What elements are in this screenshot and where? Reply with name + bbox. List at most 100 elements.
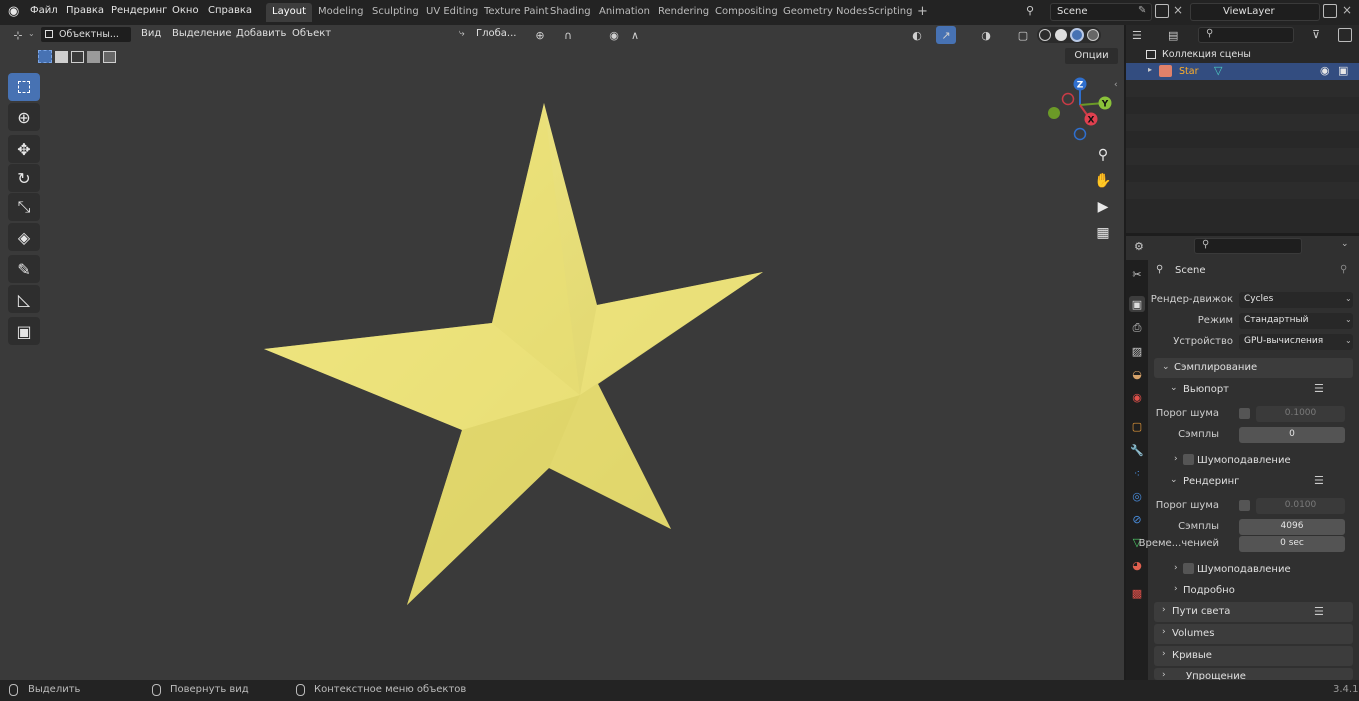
pin-icon[interactable]: ⚲ — [1340, 264, 1347, 275]
status-context-label: Контекстное меню объектов — [314, 684, 467, 695]
mode-label: Режим — [1197, 315, 1233, 326]
outliner-row-star[interactable]: ▸ Star ▽ ◉ ▣ — [1126, 63, 1359, 80]
viewport-noise-threshold-label: Порог шума — [1155, 408, 1219, 419]
viewport-noise-threshold-field[interactable]: 0.1000 — [1256, 406, 1345, 422]
version-label: 3.4.1 — [1333, 684, 1359, 695]
object-name-label[interactable]: Star — [1179, 66, 1198, 77]
chevron-right-icon: › — [1174, 563, 1178, 573]
tab-sculpting[interactable]: Sculpting — [366, 3, 425, 22]
panel-simplify[interactable]: Упрощение — [1154, 668, 1353, 680]
tab-rendering[interactable]: Rendering — [652, 3, 715, 22]
3d-viewport[interactable]: ⊹ ⌄ Объектны... Вид Выделение Добавить О… — [0, 25, 1124, 680]
tab-layout[interactable]: Layout — [266, 3, 312, 22]
menu-render[interactable]: Рендеринг — [111, 5, 167, 16]
tab-modeling[interactable]: Modeling — [312, 3, 370, 22]
advanced-subpanel-label[interactable]: Подробно — [1183, 585, 1235, 596]
render-subpanel-label[interactable]: Рендеринг — [1183, 476, 1239, 487]
properties-editor: ⚙ ⚲ ⌄ ✂ ▣ ⎙ ▨ ◒ ◉ ▢ 🔧 ⁖ ◎ ⊘ ▽ ◕ ▩ ⚲ Scen… — [1126, 236, 1359, 680]
tab-geometry-nodes[interactable]: Geometry Nodes — [777, 3, 873, 22]
outliner-row-collection[interactable]: Коллекция сцены — [1126, 47, 1359, 63]
particles-tab-icon[interactable]: ⁖ — [1129, 465, 1145, 481]
panel-sampling-label: Сэмплирование — [1174, 362, 1258, 373]
outliner-editor-icon[interactable]: ☰ — [1132, 29, 1142, 42]
collection-icon — [1146, 50, 1156, 59]
panel-curves[interactable]: Кривые — [1154, 646, 1353, 666]
mouse-right-icon — [296, 684, 305, 696]
render-noise-threshold-checkbox[interactable] — [1239, 500, 1250, 511]
viewport-denoise-label[interactable]: Шумоподавление — [1197, 455, 1291, 466]
chevron-down-icon: ⌄ — [1170, 475, 1178, 485]
properties-editor-icon[interactable]: ⚙ — [1134, 240, 1144, 253]
mesh-data-icon[interactable]: ▽ — [1214, 64, 1222, 77]
render-samples-field[interactable]: 4096 — [1239, 519, 1345, 535]
menu-file[interactable]: Файл — [30, 5, 58, 16]
chevron-down-icon[interactable]: ⌄ — [1341, 239, 1349, 249]
properties-search-input[interactable] — [1194, 238, 1302, 254]
device-select[interactable]: GPU-вычисления — [1239, 334, 1353, 350]
star-object[interactable] — [0, 25, 1124, 680]
tab-scripting[interactable]: Scripting — [862, 3, 918, 22]
menu-window[interactable]: Окно — [172, 5, 199, 16]
tab-animation[interactable]: Animation — [593, 3, 656, 22]
filter-icon[interactable]: ⊽ — [1312, 28, 1320, 41]
modifier-tab-icon[interactable]: 🔧 — [1129, 442, 1145, 458]
eye-visibility-icon[interactable]: ◉ — [1320, 64, 1330, 77]
chevron-right-icon: › — [1174, 584, 1178, 594]
list-icon[interactable]: ☰ — [1314, 605, 1324, 618]
material-tab-icon[interactable]: ◕ — [1129, 557, 1145, 573]
tool-tab-icon[interactable]: ✂ — [1129, 266, 1145, 282]
mouse-left-icon — [9, 684, 18, 696]
panel-sampling[interactable]: Сэмплирование — [1154, 358, 1353, 378]
texture-tab-icon[interactable]: ▩ — [1129, 585, 1145, 601]
delete-view-layer-icon[interactable]: × — [1342, 3, 1352, 17]
scene-name-field[interactable]: Scene — [1050, 3, 1152, 21]
render-engine-select[interactable]: Cycles — [1239, 292, 1353, 308]
scene-selector-icon[interactable]: ⚲ — [1026, 4, 1034, 17]
add-workspace-button[interactable]: + — [911, 1, 934, 20]
chevron-down-icon: ⌄ — [1345, 315, 1352, 324]
viewport-samples-field[interactable]: 0 — [1239, 427, 1345, 443]
time-limit-field[interactable]: 0 sec — [1239, 536, 1345, 552]
chevron-right-icon: › — [1162, 670, 1166, 680]
render-camera-icon[interactable]: ▣ — [1338, 64, 1348, 77]
new-view-layer-icon[interactable] — [1323, 4, 1337, 18]
expand-arrow-icon[interactable]: ▸ — [1148, 65, 1152, 74]
device-label: Устройство — [1173, 336, 1233, 347]
outliner-empty-row — [1126, 182, 1359, 199]
tab-uv-editing[interactable]: UV Editing — [420, 3, 484, 22]
panel-volumes-label: Volumes — [1172, 628, 1215, 639]
scene-tab-icon[interactable]: ◒ — [1129, 366, 1145, 382]
outliner-empty-row — [1126, 114, 1359, 131]
status-bar: Выделить Повернуть вид Контекстное меню … — [0, 680, 1359, 701]
scene-icon: ⚲ — [1156, 264, 1164, 275]
menu-help[interactable]: Справка — [208, 5, 252, 16]
view-layer-field[interactable]: ViewLayer — [1190, 3, 1320, 21]
viewport-noise-threshold-checkbox[interactable] — [1239, 408, 1250, 419]
new-collection-icon[interactable] — [1338, 28, 1352, 42]
tab-compositing[interactable]: Compositing — [709, 3, 784, 22]
display-mode-icon[interactable]: ▤ — [1168, 29, 1178, 42]
render-noise-threshold-label: Порог шума — [1155, 500, 1219, 511]
viewport-subpanel-label[interactable]: Вьюпорт — [1183, 384, 1229, 395]
render-denoise-checkbox[interactable] — [1183, 563, 1194, 574]
list-icon[interactable]: ☰ — [1314, 382, 1324, 395]
tab-shading[interactable]: Shading — [544, 3, 597, 22]
render-denoise-label[interactable]: Шумоподавление — [1197, 564, 1291, 575]
world-tab-icon[interactable]: ◉ — [1129, 389, 1145, 405]
star-facet — [580, 272, 763, 395]
pin-icon[interactable]: ✎ — [1138, 5, 1146, 16]
chevron-right-icon: › — [1174, 454, 1178, 464]
viewport-denoise-checkbox[interactable] — [1183, 454, 1194, 465]
panel-volumes[interactable]: Volumes — [1154, 624, 1353, 644]
menu-edit[interactable]: Правка — [66, 5, 104, 16]
new-scene-icon[interactable] — [1155, 4, 1169, 18]
mode-select[interactable]: Стандартный — [1239, 313, 1353, 329]
delete-scene-icon[interactable]: × — [1173, 3, 1183, 17]
viewport-samples-label: Сэмплы — [1178, 429, 1219, 440]
render-noise-threshold-field[interactable]: 0.0100 — [1256, 498, 1345, 514]
list-icon[interactable]: ☰ — [1314, 474, 1324, 487]
panel-light-paths-label: Пути света — [1172, 606, 1231, 617]
chevron-down-icon: ⌄ — [1345, 336, 1352, 345]
blender-logo-icon[interactable]: ◉ — [8, 4, 19, 19]
chevron-down-icon: ⌄ — [1170, 383, 1178, 393]
